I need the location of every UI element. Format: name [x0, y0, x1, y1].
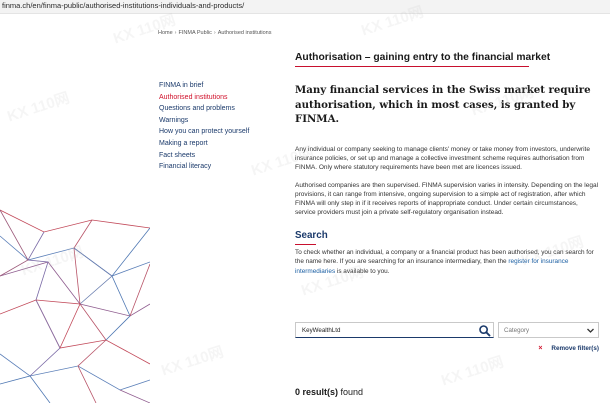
- category-select[interactable]: Category: [498, 322, 599, 338]
- lead-text: Many financial services in the Swiss mar…: [295, 84, 591, 126]
- intro-paragraph: Any individual or company seeking to man…: [295, 145, 590, 172]
- breadcrumb-current: Authorised institutions: [217, 30, 272, 36]
- sidebar-item-authorised-institutions[interactable]: Authorised institutions: [159, 92, 284, 104]
- results-suffix: found: [338, 387, 364, 397]
- sidebar-item-finma-in-brief[interactable]: FINMA in brief: [159, 80, 284, 92]
- network-lines-graphic: [0, 209, 150, 403]
- results-number: 0 result(s): [295, 387, 339, 397]
- watermark: KX 110网: [439, 353, 506, 390]
- search-form: KeyWealthLtd Category: [295, 322, 599, 338]
- sidebar-item-questions-and-problems[interactable]: Questions and problems: [159, 103, 284, 115]
- decorative-network-graphic: [0, 14, 150, 403]
- search-description-end: is available to you.: [335, 267, 390, 275]
- sidebar-item-protect-yourself[interactable]: How you can protect yourself: [159, 126, 284, 138]
- breadcrumb-separator: ›: [174, 30, 177, 36]
- sidebar-item-making-a-report[interactable]: Making a report: [159, 138, 284, 150]
- title-underline: [295, 66, 529, 68]
- search-input-value: KeyWealthLtd: [302, 326, 341, 334]
- watermark: KX 110网: [159, 343, 226, 380]
- category-placeholder: Category: [504, 326, 530, 334]
- search-description: To check whether an individual, a compan…: [295, 248, 599, 276]
- supervision-paragraph: Authorised companies are then supervised…: [295, 181, 599, 217]
- search-icon[interactable]: [478, 324, 491, 337]
- page-title: Authorisation – gaining entry to the fin…: [295, 52, 551, 63]
- main-content: Authorisation – gaining entry to the fin…: [295, 52, 599, 276]
- breadcrumb-finma-public[interactable]: FINMA Public: [179, 30, 212, 36]
- sidebar-nav: FINMA in brief Authorised institutions Q…: [159, 80, 284, 173]
- search-heading-underline: [295, 243, 316, 245]
- sidebar-item-warnings[interactable]: Warnings: [159, 115, 284, 127]
- search-input[interactable]: KeyWealthLtd: [295, 322, 494, 338]
- close-icon: ×: [538, 345, 543, 352]
- sidebar-item-financial-literacy[interactable]: Financial literacy: [159, 161, 284, 173]
- breadcrumb: Home › FINMA Public › Authorised institution…: [158, 30, 272, 36]
- breadcrumb-separator: ›: [213, 30, 216, 36]
- remove-filters-button[interactable]: × Remove filter(s): [538, 345, 599, 352]
- search-heading: Search: [295, 229, 328, 241]
- sidebar-item-fact-sheets[interactable]: Fact sheets: [159, 150, 284, 162]
- chevron-down-icon: [587, 328, 594, 333]
- results-count: 0 result(s) found: [295, 387, 363, 397]
- browser-url-bar[interactable]: finma.ch/en/finma-public/authorised-inst…: [0, 0, 610, 14]
- breadcrumb-home[interactable]: Home: [158, 30, 173, 36]
- remove-filters-label: Remove filter(s): [551, 345, 599, 352]
- url-text: finma.ch/en/finma-public/authorised-inst…: [2, 1, 245, 10]
